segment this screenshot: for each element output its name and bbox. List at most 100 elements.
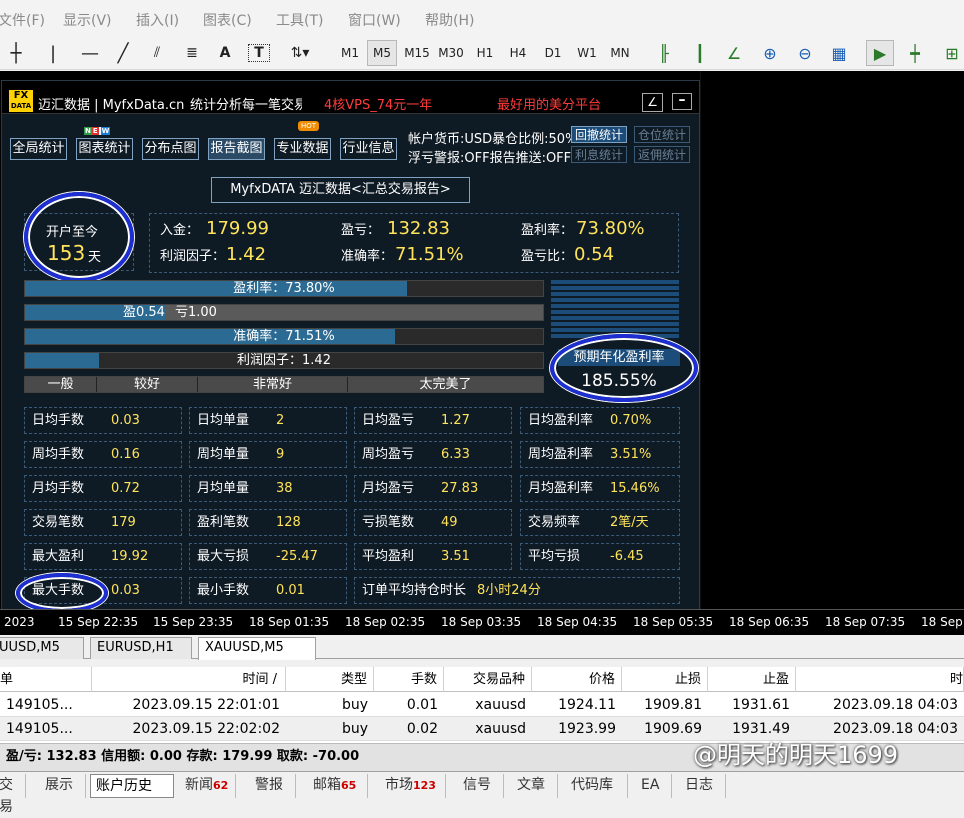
tf-m30[interactable]: M30 (436, 40, 466, 66)
tab-global-stats[interactable]: 全局统计 (10, 138, 67, 160)
text-icon[interactable]: A (216, 40, 234, 66)
terminal-tab[interactable]: 文章 (512, 774, 558, 798)
tf-w1[interactable]: W1 (574, 40, 600, 66)
tf-h4[interactable]: H4 (505, 40, 531, 66)
highlight-ring (16, 573, 108, 613)
terminal-tab[interactable]: 展示 (40, 774, 86, 798)
trendline-icon[interactable]: ╱ (113, 40, 133, 66)
stat-label: 交易频率 (528, 515, 581, 530)
table-cell: 0.01 (406, 697, 438, 713)
tab-chart-stats[interactable]: 图表统计 (76, 138, 133, 160)
edit-icon[interactable]: ∠ (642, 93, 663, 112)
tab-industry-info[interactable]: 行业信息 (340, 138, 397, 160)
promo-vps-link[interactable]: 4核VPS_74元一年 (324, 94, 432, 113)
stat-value: 27.83 (441, 481, 479, 496)
arrows-icon[interactable]: ⇅▾ (283, 40, 317, 66)
tf-d1[interactable]: D1 (540, 40, 566, 66)
time-tick: 18 Sep 05:35 (633, 615, 714, 629)
accuracy-value: 71.51% (395, 244, 464, 265)
table-cell: xauusd (475, 721, 526, 737)
menu-help[interactable]: 帮助(H) (425, 10, 474, 30)
menu-view[interactable]: 显示(V) (63, 10, 112, 30)
chart-tab[interactable]: UUSD,M5 (0, 637, 84, 659)
winloss-bar: 盈0.54 亏1.00 (24, 304, 544, 321)
stat-label: 周均手数 (32, 447, 85, 462)
channels-icon[interactable]: ⫽ (146, 40, 168, 66)
drawdown-stats-button[interactable]: 回撤统计 (571, 126, 627, 143)
col-header-symbol[interactable]: 交易品种 (444, 667, 532, 692)
tile-windows-icon[interactable]: ▦ (827, 40, 851, 66)
add-indicator-icon[interactable]: ⊞ (940, 40, 964, 66)
terminal-tab[interactable]: 信号 (458, 774, 504, 798)
chart-tab[interactable]: EURUSD,H1 (90, 637, 192, 659)
profit-rate-value: 73.80% (576, 218, 645, 239)
since-opened-unit: 天 (88, 250, 102, 265)
terminal-tab[interactable]: 警报 (250, 774, 296, 798)
menu-window[interactable]: 窗口(W) (348, 10, 401, 30)
terminal-tab-label: 新闻 (185, 777, 213, 793)
terminal-tab[interactable]: 日志 (680, 774, 726, 798)
menu-file[interactable]: 文件(F) (0, 10, 45, 30)
stat-value: 0.01 (276, 583, 305, 598)
chart-tab-active[interactable]: XAUUSD,M5 (198, 637, 316, 660)
since-opened-label: 开户至今 (46, 225, 99, 240)
stat-value: 0.03 (111, 413, 140, 428)
terminal-tab[interactable]: 市场123 (380, 774, 446, 798)
col-header-price[interactable]: 价格 (532, 667, 622, 692)
accuracy-label: 准确率： (341, 249, 394, 264)
time-tick: 18 Sep 07:35 (825, 615, 906, 629)
stat-cell: 日均单量 2 (189, 407, 347, 434)
promo-broker-link[interactable]: 最好用的美分平台 (497, 94, 601, 113)
horizontal-line-icon[interactable]: — (80, 40, 100, 66)
interest-stats-button[interactable]: 利息统计 (571, 146, 627, 163)
tf-m1[interactable]: M1 (337, 40, 363, 66)
autoscroll-icon[interactable]: ▶ (866, 40, 894, 66)
tab-pro-data[interactable]: 专业数据 (274, 138, 331, 160)
tf-m5[interactable]: M5 (367, 40, 397, 66)
bar-chart-icon[interactable]: ╟ (652, 40, 676, 66)
stat-value: -25.47 (276, 549, 318, 564)
minimize-icon[interactable]: – (672, 93, 692, 110)
col-header-time[interactable]: 时间 / (92, 667, 286, 692)
chart-shift-icon[interactable]: ┿ (902, 40, 928, 66)
menu-charts[interactable]: 图表(C) (203, 10, 252, 30)
terminal-tab-label: 信号 (463, 777, 491, 793)
crosshair-icon[interactable]: ┼ (6, 40, 26, 66)
col-header-close-time[interactable]: 时 (796, 667, 964, 692)
col-header-order[interactable]: 单 (0, 667, 92, 692)
accuracy-bar: 准确率：71.51% (24, 328, 544, 345)
terminal-tab[interactable]: 账户历史 (90, 774, 174, 798)
zoom-out-icon[interactable]: ⊖ (793, 40, 817, 66)
table-cell: 1909.81 (644, 697, 702, 713)
rebate-stats-button[interactable]: 返佣统计 (634, 146, 690, 163)
col-header-sl[interactable]: 止损 (622, 667, 708, 692)
rating-very-good: 非常好 (198, 377, 348, 392)
fibo-icon[interactable]: ≣ (181, 40, 203, 66)
line-chart-icon[interactable]: ∠ (722, 40, 746, 66)
menu-insert[interactable]: 插入(I) (136, 10, 179, 30)
tab-distribution[interactable]: 分布点图 (142, 138, 199, 160)
vertical-line-icon[interactable]: | (45, 40, 61, 66)
terminal-tab[interactable]: 交易 (0, 774, 26, 815)
terminal-tab[interactable]: 代码库 (566, 774, 628, 798)
terminal-tab[interactable]: EA (636, 774, 672, 798)
col-header-lots[interactable]: 手数 (374, 667, 444, 692)
table-row[interactable]: 149105... 2023.09.15 22:01:01 buy 0.01 xauus… (0, 693, 964, 717)
text-label-icon[interactable]: T (248, 44, 270, 62)
zoom-in-icon[interactable]: ⊕ (758, 40, 782, 66)
menu-tools[interactable]: 工具(T) (276, 10, 323, 30)
terminal-tab-label: 邮箱 (313, 777, 341, 793)
tf-h1[interactable]: H1 (472, 40, 498, 66)
candlestick-icon[interactable]: ┃ (688, 40, 712, 66)
col-header-tp[interactable]: 止盈 (708, 667, 796, 692)
stat-cell: 平均盈利 3.51 (354, 543, 512, 570)
tf-m15[interactable]: M15 (402, 40, 432, 66)
position-stats-button[interactable]: 仓位统计 (634, 126, 690, 143)
stat-value: 6.33 (441, 447, 470, 462)
terminal-tab[interactable]: 邮箱65 (308, 774, 368, 798)
tf-mn[interactable]: MN (606, 40, 634, 66)
col-header-type[interactable]: 类型 (286, 667, 374, 692)
terminal-tab[interactable]: 新闻62 (180, 774, 236, 798)
tab-report-screenshot[interactable]: 报告截图 (208, 138, 265, 160)
stat-cell: 周均盈利率 3.51% (520, 441, 680, 468)
